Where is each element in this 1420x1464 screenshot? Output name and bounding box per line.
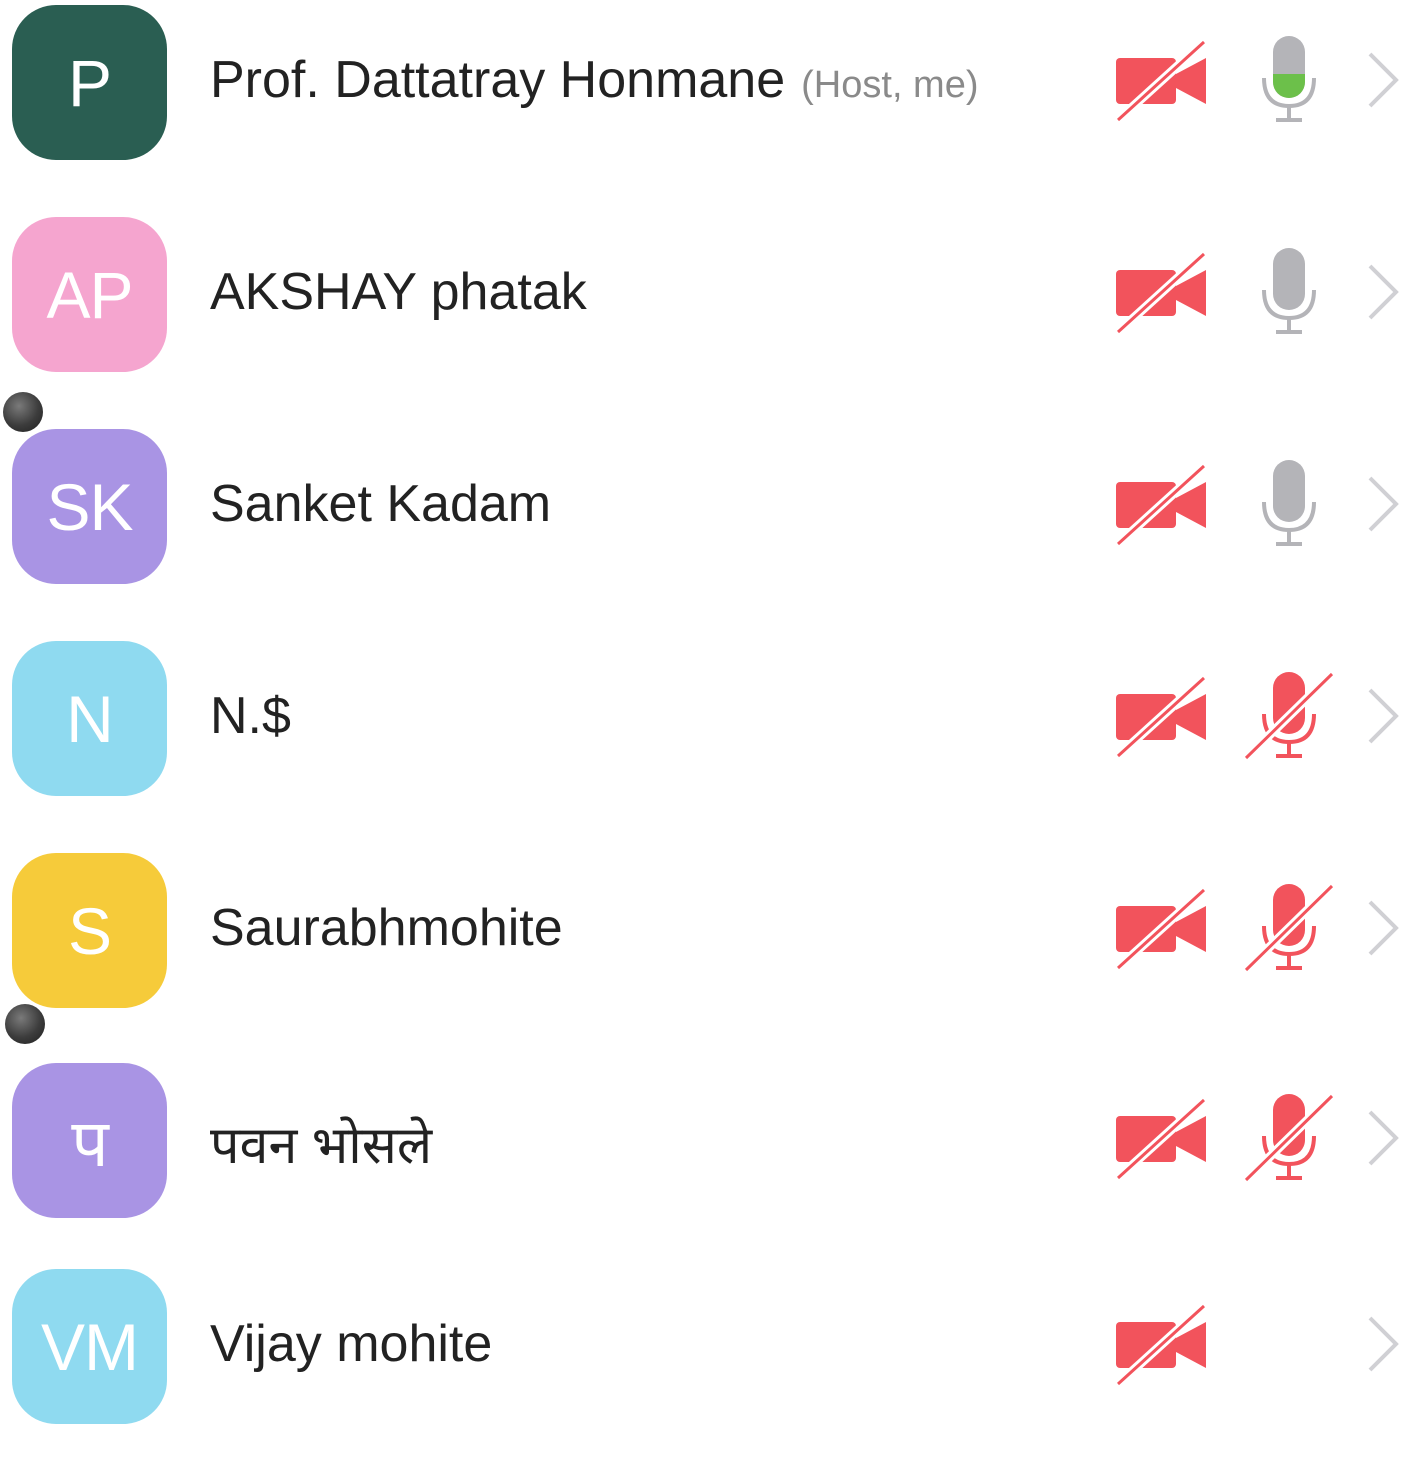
binder-hole — [3, 392, 43, 432]
participant-row[interactable]: AP AKSHAY phatak — [0, 212, 1420, 412]
participant-name: पवन भोसले — [210, 1117, 433, 1175]
mic-muted-icon[interactable] — [1240, 1092, 1340, 1184]
participant-name-group: Sanket Kadam — [210, 474, 551, 544]
avatar: VM — [12, 1269, 167, 1424]
video-off-icon[interactable] — [1112, 884, 1212, 974]
participant-name: Vijay mohite — [210, 1315, 493, 1373]
participant-row[interactable]: प पवन भोसले — [0, 1058, 1420, 1258]
participant-name: N.$ — [210, 687, 291, 745]
mic-active-icon[interactable] — [1240, 34, 1340, 126]
mic-icon[interactable] — [1240, 458, 1340, 550]
avatar: S — [12, 853, 167, 1008]
avatar: N — [12, 641, 167, 796]
chevron-right-icon[interactable] — [1362, 472, 1402, 536]
participant-name: Prof. Dattatray Honmane — [210, 51, 786, 109]
participant-row[interactable]: S Saurabhmohite — [0, 848, 1420, 1048]
mic-muted-icon[interactable] — [1240, 670, 1340, 762]
video-off-icon[interactable] — [1112, 36, 1212, 126]
chevron-right-icon[interactable] — [1362, 684, 1402, 748]
video-off-icon[interactable] — [1112, 460, 1212, 550]
participant-row[interactable]: SK Sanket Kadam — [0, 424, 1420, 624]
participant-name-group: Prof. Dattatray Honmane (Host, me) — [210, 50, 979, 120]
video-off-icon[interactable] — [1112, 1300, 1212, 1390]
participant-name-group: पवन भोसले — [210, 1108, 432, 1178]
video-off-icon[interactable] — [1112, 1094, 1212, 1184]
participant-name-group: Vijay mohite — [210, 1314, 492, 1384]
chevron-right-icon[interactable] — [1362, 1312, 1402, 1376]
participants-list: P Prof. Dattatray Honmane (Host, me) AP … — [0, 0, 1420, 1424]
participant-name: Sanket Kadam — [210, 475, 552, 533]
chevron-right-icon[interactable] — [1362, 48, 1402, 112]
participant-name-group: N.$ — [210, 686, 291, 756]
participant-name-group: AKSHAY phatak — [210, 262, 587, 332]
chevron-right-icon[interactable] — [1362, 1106, 1402, 1170]
avatar: प — [12, 1063, 167, 1218]
mic-muted-icon[interactable] — [1240, 882, 1340, 974]
avatar: AP — [12, 217, 167, 372]
mic-icon[interactable] — [1240, 246, 1340, 338]
avatar: SK — [12, 429, 167, 584]
participant-name: AKSHAY phatak — [210, 263, 587, 321]
participant-row[interactable]: N N.$ — [0, 636, 1420, 836]
participant-row[interactable]: VM Vijay mohite — [0, 1264, 1420, 1464]
participant-name: Saurabhmohite — [210, 899, 563, 957]
avatar: P — [12, 5, 167, 160]
chevron-right-icon[interactable] — [1362, 896, 1402, 960]
host-tag: (Host, me) — [801, 64, 979, 106]
participant-row[interactable]: P Prof. Dattatray Honmane (Host, me) — [0, 0, 1420, 200]
video-off-icon[interactable] — [1112, 672, 1212, 762]
video-off-icon[interactable] — [1112, 248, 1212, 338]
participant-name-group: Saurabhmohite — [210, 898, 563, 968]
chevron-right-icon[interactable] — [1362, 260, 1402, 324]
binder-hole — [5, 1004, 45, 1044]
